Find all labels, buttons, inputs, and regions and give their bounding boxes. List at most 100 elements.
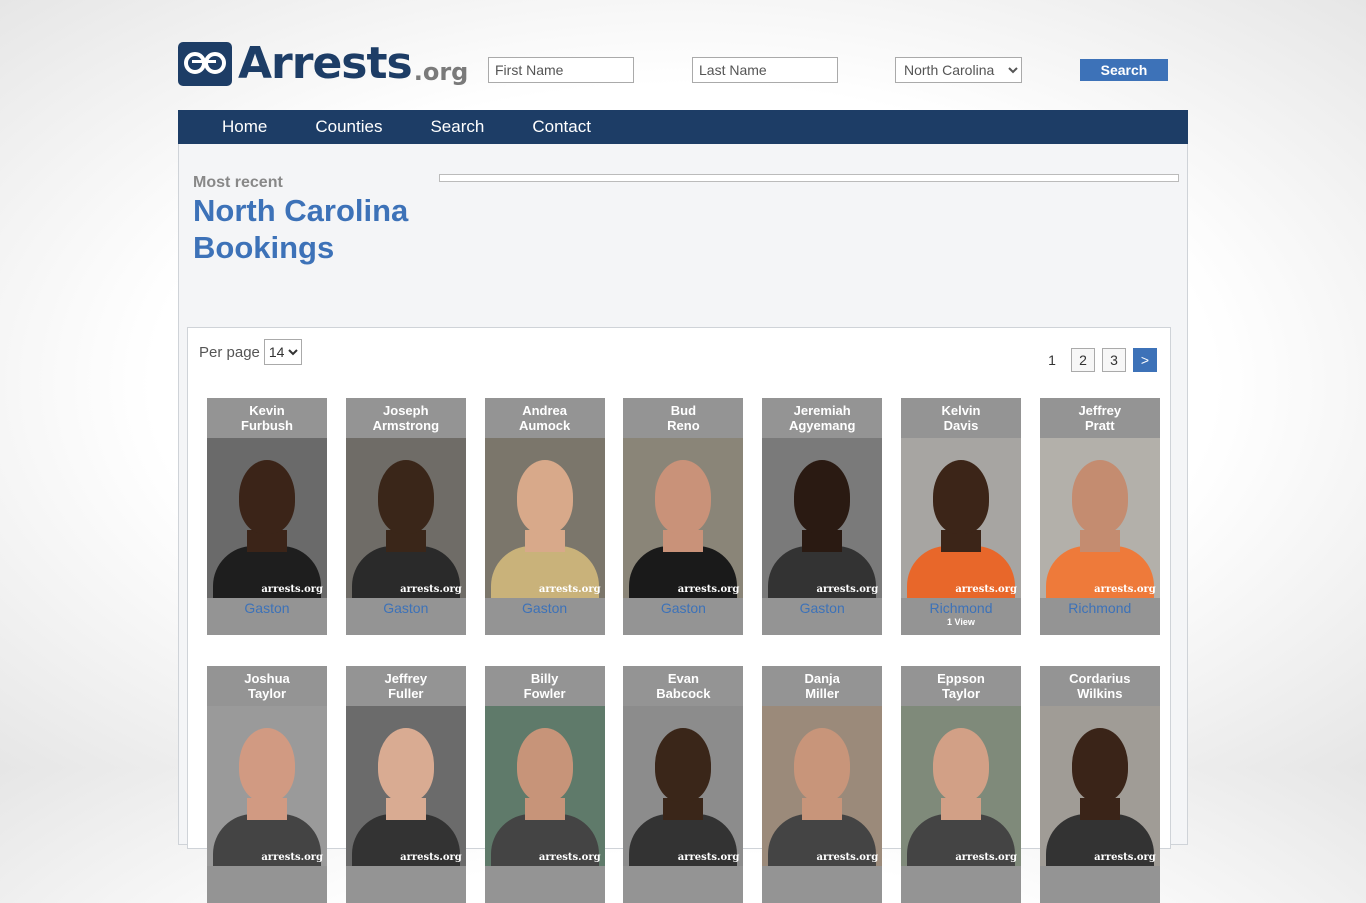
booking-card[interactable]: Andrea Aumock arrests.org Gaston bbox=[484, 398, 605, 635]
booking-card[interactable]: Billy Fowler arrests.org bbox=[484, 666, 605, 903]
watermark-text: arrests.org bbox=[816, 584, 879, 595]
booking-county-link[interactable]: Gaston bbox=[623, 600, 743, 616]
booking-first-name: Andrea bbox=[522, 403, 567, 418]
mugshot-face bbox=[655, 728, 712, 802]
booking-county-link[interactable]: Gaston bbox=[762, 600, 882, 616]
mugshot-face bbox=[516, 460, 573, 534]
last-name-input[interactable] bbox=[692, 57, 838, 83]
booking-first-name: Jeffrey bbox=[384, 671, 428, 686]
mugshot-photo[interactable]: arrests.org bbox=[900, 706, 1021, 866]
booking-card[interactable]: Kevin Furbush arrests.org Gaston bbox=[207, 398, 327, 635]
bookings-list: Per page 14 1 2 3 > Kevin Furbush arrests.… bbox=[187, 327, 1171, 903]
mugshot-face bbox=[932, 728, 989, 802]
watermark-text: arrests.org bbox=[538, 852, 601, 863]
handcuffs-logo-icon bbox=[178, 42, 232, 86]
mugshot-photo[interactable]: arrests.org bbox=[762, 438, 883, 598]
booking-card[interactable]: Bud Reno arrests.org Gaston bbox=[623, 398, 744, 635]
mugshot-photo[interactable]: arrests.org bbox=[484, 438, 605, 598]
mugshot-face bbox=[377, 728, 434, 802]
nav-home[interactable]: Home bbox=[222, 117, 267, 137]
booking-name[interactable]: Bud Reno bbox=[623, 398, 743, 438]
watermark-text: arrests.org bbox=[400, 852, 462, 863]
mugshot-face bbox=[1071, 460, 1128, 534]
mugshot-photo[interactable]: arrests.org bbox=[1039, 706, 1160, 866]
nav-counties[interactable]: Counties bbox=[315, 117, 382, 137]
booking-card[interactable]: Joshua Taylor arrests.org bbox=[207, 666, 327, 903]
booking-county-link[interactable]: Richmond bbox=[1040, 600, 1160, 616]
booking-last-name: Aumock bbox=[518, 418, 571, 433]
booking-name[interactable]: Eppson Taylor bbox=[901, 666, 1021, 706]
booking-name[interactable]: Jeffrey Pratt bbox=[1040, 398, 1160, 438]
next-page-button[interactable]: > bbox=[1133, 348, 1157, 372]
booking-name[interactable]: Danja Miller bbox=[762, 666, 882, 706]
watermark-text: arrests.org bbox=[677, 584, 740, 595]
mugshot-photo[interactable]: arrests.org bbox=[345, 438, 466, 598]
mugshot-photo[interactable]: arrests.org bbox=[207, 706, 327, 866]
booking-name[interactable]: Evan Babcock bbox=[623, 666, 743, 706]
booking-name[interactable]: Kelvin Davis bbox=[901, 398, 1021, 438]
booking-card[interactable]: Cordarius Wilkins arrests.org bbox=[1039, 666, 1160, 903]
booking-card[interactable]: Jeffrey Fuller arrests.org bbox=[345, 666, 466, 903]
booking-name[interactable]: Jeffrey Fuller bbox=[346, 666, 466, 706]
booking-county-link[interactable]: Gaston bbox=[485, 600, 605, 616]
booking-first-name: Jeremiah bbox=[793, 403, 851, 418]
mugshot-photo[interactable]: arrests.org bbox=[484, 706, 605, 866]
mugshot-photo[interactable]: arrests.org bbox=[900, 438, 1021, 598]
booking-card[interactable]: Eppson Taylor arrests.org bbox=[900, 666, 1021, 903]
page-3-button[interactable]: 3 bbox=[1102, 348, 1126, 372]
content-panel: Most recent North Carolina Bookings Per … bbox=[178, 144, 1188, 903]
mugshot-face bbox=[932, 460, 989, 534]
page-current: 1 bbox=[1048, 352, 1056, 368]
booking-name[interactable]: Cordarius Wilkins bbox=[1040, 666, 1160, 706]
header: Arrests .org North Carolina Search bbox=[178, 0, 1188, 110]
mugshot-photo[interactable]: arrests.org bbox=[207, 438, 327, 598]
mugshot-photo[interactable]: arrests.org bbox=[1039, 438, 1160, 598]
booking-last-name: Agyemang bbox=[788, 418, 856, 433]
mugshot-photo[interactable]: arrests.org bbox=[623, 706, 744, 866]
mugshot-face bbox=[1071, 728, 1128, 802]
booking-last-name: Miller bbox=[805, 686, 840, 701]
mugshot-face bbox=[239, 460, 295, 534]
booking-card[interactable]: Danja Miller arrests.org bbox=[762, 666, 883, 903]
booking-name[interactable]: Billy Fowler bbox=[485, 666, 605, 706]
nav-contact[interactable]: Contact bbox=[532, 117, 591, 137]
per-page-select[interactable]: 14 bbox=[263, 339, 302, 365]
page-2-button[interactable]: 2 bbox=[1071, 348, 1095, 372]
booking-card[interactable]: Kelvin Davis arrests.org Richmond 1 View bbox=[900, 398, 1021, 635]
page-title: North Carolina Bookings bbox=[193, 192, 433, 266]
state-select[interactable]: North Carolina bbox=[895, 57, 1022, 83]
site-logo[interactable]: Arrests .org bbox=[178, 34, 468, 86]
booking-name[interactable]: Joshua Taylor bbox=[207, 666, 327, 706]
nav-search[interactable]: Search bbox=[430, 117, 484, 137]
booking-name[interactable]: Kevin Furbush bbox=[207, 398, 327, 438]
booking-first-name: Joshua bbox=[244, 671, 290, 686]
booking-card[interactable]: Jeremiah Agyemang arrests.org Gaston bbox=[762, 398, 883, 635]
mugshot-photo[interactable]: arrests.org bbox=[623, 438, 744, 598]
mugshot-face bbox=[655, 460, 712, 534]
mugshot-photo[interactable]: arrests.org bbox=[762, 706, 883, 866]
bookings-row-1: Kevin Furbush arrests.org Gaston Joseph Armst… bbox=[207, 398, 1179, 635]
watermark-text: arrests.org bbox=[1094, 584, 1156, 595]
page-wrapper: Arrests .org North Carolina Search Home … bbox=[178, 0, 1188, 903]
watermark-text: arrests.org bbox=[1094, 852, 1156, 863]
mugshot-photo[interactable]: arrests.org bbox=[345, 706, 466, 866]
booking-last-name: Babcock bbox=[656, 686, 711, 701]
booking-county-link[interactable]: Gaston bbox=[346, 600, 466, 616]
booking-county-link[interactable]: Richmond bbox=[901, 600, 1021, 616]
booking-name[interactable]: Joseph Armstrong bbox=[346, 398, 466, 438]
booking-county-link[interactable]: Gaston bbox=[207, 600, 327, 616]
mugshot-face bbox=[516, 728, 573, 802]
booking-last-name: Armstrong bbox=[372, 418, 440, 433]
booking-first-name: Joseph bbox=[383, 403, 429, 418]
per-page-control: Per page 14 bbox=[199, 339, 302, 365]
search-button[interactable]: Search bbox=[1080, 59, 1168, 81]
booking-name[interactable]: Andrea Aumock bbox=[485, 398, 605, 438]
watermark-text: arrests.org bbox=[261, 584, 323, 595]
booking-card[interactable]: Joseph Armstrong arrests.org Gaston bbox=[345, 398, 466, 635]
booking-name[interactable]: Jeremiah Agyemang bbox=[762, 398, 882, 438]
booking-card[interactable]: Evan Babcock arrests.org bbox=[623, 666, 744, 903]
booking-card[interactable]: Jeffrey Pratt arrests.org Richmond bbox=[1039, 398, 1160, 635]
first-name-input[interactable] bbox=[488, 57, 634, 83]
logo-text: Arrests bbox=[238, 38, 413, 89]
per-page-label: Per page bbox=[199, 343, 260, 361]
